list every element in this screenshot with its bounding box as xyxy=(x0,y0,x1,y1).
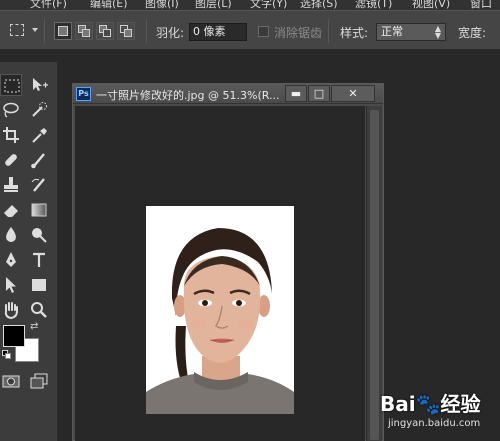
workspace-area xyxy=(386,51,500,441)
brush-tool[interactable] xyxy=(28,149,50,171)
gradient-tool[interactable] xyxy=(28,199,50,221)
separator xyxy=(44,19,45,43)
tools-panel: ⇄ xyxy=(0,62,58,441)
photoshop-logo-icon: Ps xyxy=(76,87,91,101)
style-label: 样式: xyxy=(340,26,369,40)
menu-image[interactable]: 图像(I) xyxy=(145,0,179,10)
lasso-tool[interactable] xyxy=(0,99,22,121)
baidu-logo: Bai🐾经验 xyxy=(380,392,481,416)
separator xyxy=(146,19,147,43)
default-colors-icon[interactable] xyxy=(2,350,12,360)
photoshop-window: 文件(F) 编辑(E) 图像(I) 图层(L) 文字(Y) 选择(S) 滤镜(T… xyxy=(0,0,500,441)
scrollbar-thumb[interactable] xyxy=(370,110,379,440)
document-title-bar[interactable]: Ps 一寸照片修改好的.jpg @ 51.3%(R... ▬ □ ✕ xyxy=(73,84,383,104)
history-brush-tool[interactable] xyxy=(28,174,50,196)
menu-type[interactable]: 文字(Y) xyxy=(250,0,287,10)
portrait-photo xyxy=(146,206,294,414)
style-select[interactable]: 正常 ▲ ▼ xyxy=(376,23,446,41)
add-to-selection-button[interactable] xyxy=(75,22,93,40)
zoom-tool[interactable] xyxy=(28,299,50,321)
separator xyxy=(328,19,329,43)
crop-tool[interactable] xyxy=(0,124,22,146)
menu-window[interactable]: 窗口 xyxy=(470,0,492,10)
new-selection-button[interactable] xyxy=(54,22,72,40)
options-bar: 羽化: 0 像素 消除锯齿 样式: 正常 ▲ ▼ 宽度: xyxy=(0,10,500,50)
path-selection-tool[interactable] xyxy=(0,274,22,296)
watermark-url: jingyan.baidu.com xyxy=(388,418,481,429)
rectangular-marquee-tool[interactable] xyxy=(0,74,22,96)
quick-selection-tool[interactable] xyxy=(28,99,50,121)
quick-mask-icon[interactable] xyxy=(0,370,22,392)
antialias-checkbox[interactable] xyxy=(258,26,269,37)
swap-colors-icon[interactable]: ⇄ xyxy=(30,321,38,332)
pen-tool[interactable] xyxy=(0,249,22,271)
stepper-arrows-icon: ▲ ▼ xyxy=(434,24,441,40)
intersect-selection-button[interactable] xyxy=(117,22,135,40)
document-title: 一寸照片修改好的.jpg @ 51.3%(R... xyxy=(96,89,280,102)
menu-file[interactable]: 文件(F) xyxy=(30,0,67,10)
menu-filter[interactable]: 滤镜(T) xyxy=(355,0,392,10)
chevron-down-icon[interactable] xyxy=(32,28,38,32)
style-select-value: 正常 xyxy=(381,25,403,38)
close-button[interactable]: ✕ xyxy=(331,85,375,102)
healing-brush-tool[interactable] xyxy=(0,149,22,171)
screen-mode-icon[interactable] xyxy=(28,370,50,392)
type-tool[interactable] xyxy=(28,249,50,271)
width-label: 宽度: xyxy=(458,26,487,40)
dodge-tool[interactable] xyxy=(28,224,50,246)
foreground-color-swatch[interactable] xyxy=(3,325,25,347)
minimize-button[interactable]: ▬ xyxy=(285,85,307,102)
hand-tool[interactable] xyxy=(0,299,22,321)
menu-select[interactable]: 选择(S) xyxy=(300,0,338,10)
menu-bar: 文件(F) 编辑(E) 图像(I) 图层(L) 文字(Y) 选择(S) 滤镜(T… xyxy=(0,0,500,10)
tool-preset-icon[interactable] xyxy=(10,24,24,36)
feather-label: 羽化: xyxy=(156,26,185,40)
maximize-button[interactable]: □ xyxy=(308,85,330,102)
clone-stamp-tool[interactable] xyxy=(0,174,22,196)
eraser-tool[interactable] xyxy=(0,199,22,221)
antialias-label: 消除锯齿 xyxy=(274,26,323,40)
move-tool[interactable] xyxy=(28,74,50,96)
blur-tool[interactable] xyxy=(0,224,22,246)
feather-input[interactable]: 0 像素 xyxy=(189,23,247,41)
subtract-from-selection-button[interactable] xyxy=(96,22,114,40)
menu-view[interactable]: 视图(V) xyxy=(412,0,450,10)
document-canvas[interactable] xyxy=(75,106,365,441)
document-window: Ps 一寸照片修改好的.jpg @ 51.3%(R... ▬ □ ✕ xyxy=(72,83,384,441)
menu-edit[interactable]: 编辑(E) xyxy=(90,0,128,10)
rectangle-tool[interactable] xyxy=(28,274,50,296)
baidu-watermark: Bai🐾经验 jingyan.baidu.com xyxy=(380,388,498,438)
menu-layer[interactable]: 图层(L) xyxy=(195,0,232,10)
eyedropper-tool[interactable] xyxy=(28,124,50,146)
